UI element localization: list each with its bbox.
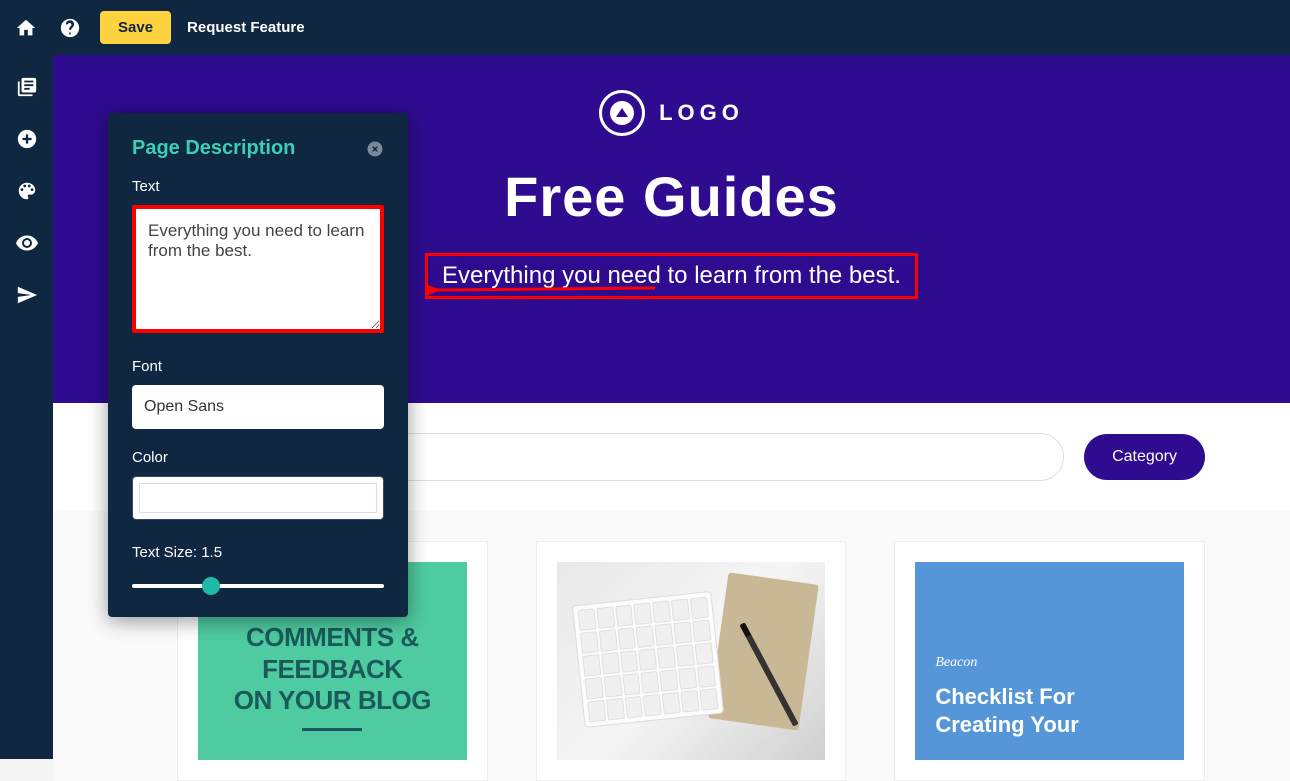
- save-button[interactable]: Save: [100, 11, 171, 44]
- color-swatch: [139, 483, 377, 513]
- close-icon[interactable]: [366, 140, 384, 158]
- palette-icon[interactable]: [15, 179, 39, 203]
- page-title[interactable]: Free Guides: [504, 164, 839, 229]
- panel-title: Page Description: [132, 137, 295, 160]
- request-feature-link[interactable]: Request Feature: [187, 19, 305, 36]
- text-size-slider[interactable]: [132, 584, 384, 588]
- text-size-label: Text Size: 1.5: [132, 544, 384, 561]
- logo-text: LOGO: [659, 100, 744, 126]
- guide-card[interactable]: Beacon Checklist For Creating Your: [894, 541, 1205, 781]
- card-title: Checklist For Creating Your: [935, 683, 1164, 740]
- add-icon[interactable]: [15, 127, 39, 151]
- divider: [302, 728, 362, 731]
- page-description-highlight: Everything you need to learn from the be…: [425, 253, 918, 299]
- color-picker[interactable]: [132, 476, 384, 520]
- help-icon[interactable]: [56, 14, 84, 42]
- preview-icon[interactable]: [15, 231, 39, 255]
- home-icon[interactable]: [12, 14, 40, 42]
- guide-card[interactable]: [536, 541, 847, 781]
- category-button[interactable]: Category: [1084, 434, 1205, 480]
- page-description-panel: Page Description Text Everything you nee…: [108, 113, 408, 617]
- card-brand: Beacon: [935, 655, 977, 671]
- description-textarea[interactable]: Everything you need to learn from the be…: [132, 205, 384, 333]
- pages-icon[interactable]: [15, 75, 39, 99]
- card-title-line: ON YOUR BLOG: [234, 685, 431, 715]
- font-select[interactable]: [132, 385, 384, 429]
- text-field-label: Text: [132, 178, 384, 195]
- logo: LOGO: [599, 90, 744, 136]
- keyboard-graphic: [572, 591, 724, 728]
- notebook-graphic: [708, 572, 819, 730]
- send-icon[interactable]: [15, 283, 39, 307]
- card-title-line: COMMENTS & FEEDBACK: [246, 622, 419, 683]
- font-field-label: Font: [132, 358, 384, 375]
- page-description[interactable]: Everything you need to learn from the be…: [442, 262, 901, 290]
- color-field-label: Color: [132, 449, 384, 466]
